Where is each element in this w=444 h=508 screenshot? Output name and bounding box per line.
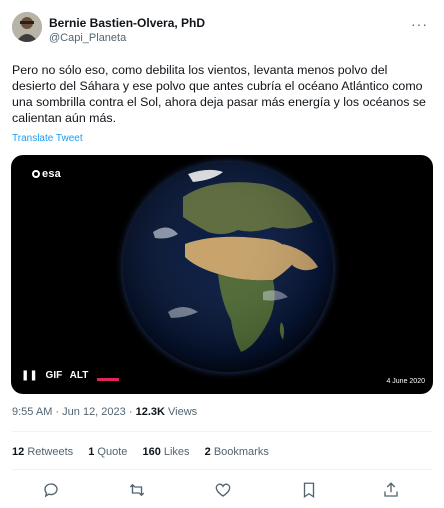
divider bbox=[12, 431, 432, 432]
reply-icon[interactable] bbox=[42, 481, 62, 501]
gif-badge: GIF bbox=[45, 370, 63, 381]
tweet-stats: 12 Retweets 1 Quote 160 Likes 2 Bookmark… bbox=[12, 446, 281, 458]
author-handle[interactable]: @Capi_Planeta bbox=[49, 32, 126, 44]
tweet-text: Pero no sólo eso, como debilita los vien… bbox=[12, 63, 426, 125]
avatar[interactable] bbox=[12, 12, 42, 42]
esa-logo: esa bbox=[32, 168, 61, 180]
tweet-header: Bernie Bastien-Olvera, PhD @Capi_Planeta… bbox=[12, 10, 432, 50]
views-label: Views bbox=[168, 406, 198, 418]
retweets-stat[interactable]: 12 Retweets bbox=[12, 446, 73, 458]
bookmark-icon[interactable] bbox=[300, 481, 320, 501]
like-icon[interactable] bbox=[214, 481, 234, 501]
bookmarks-stat[interactable]: 2 Bookmarks bbox=[205, 446, 269, 458]
author-name[interactable]: Bernie Bastien-Olvera, PhD bbox=[49, 16, 205, 30]
likes-stat[interactable]: 160 Likes bbox=[142, 446, 189, 458]
quotes-stat[interactable]: 1 Quote bbox=[88, 446, 127, 458]
translate-tweet-link[interactable]: Translate Tweet bbox=[12, 133, 83, 144]
tweet-actions bbox=[42, 481, 402, 501]
media-controls: ❚❚ GIF ALT bbox=[21, 370, 93, 381]
tweet-date[interactable]: Jun 12, 2023 bbox=[62, 406, 126, 418]
tweet-time[interactable]: 9:55 AM bbox=[12, 406, 52, 418]
pause-icon[interactable]: ❚❚ bbox=[21, 370, 38, 381]
tweet-media-gif[interactable]: esa ❚❚ GIF ALT 4 June 2020 bbox=[11, 155, 433, 394]
gif-progress-bar bbox=[97, 378, 119, 381]
tweet-meta: 9:55 AM · Jun 12, 2023 · 12.3K Views bbox=[12, 406, 198, 418]
share-icon[interactable] bbox=[382, 481, 402, 501]
divider bbox=[12, 469, 432, 470]
views-count: 12.3K bbox=[135, 406, 165, 418]
earth-globe-image bbox=[123, 162, 333, 372]
more-options-icon[interactable]: ··· bbox=[411, 16, 428, 32]
alt-badge[interactable]: ALT bbox=[70, 370, 89, 381]
media-date-overlay: 4 June 2020 bbox=[386, 378, 425, 385]
retweet-icon[interactable] bbox=[128, 481, 148, 501]
